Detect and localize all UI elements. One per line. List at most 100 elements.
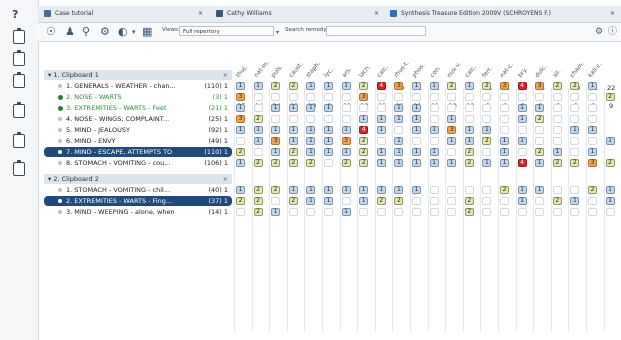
search-icon[interactable]: ⚲ — [82, 26, 90, 38]
grade-cell[interactable] — [500, 126, 509, 134]
grade-cell[interactable] — [271, 93, 281, 101]
remedy-header[interactable]: bry. — [516, 66, 528, 79]
grade-cell[interactable]: 1 — [605, 197, 615, 205]
grade-cell[interactable] — [394, 126, 404, 134]
grade-cell[interactable]: 1 — [517, 197, 527, 205]
grade-cell[interactable]: 2 — [271, 159, 281, 167]
grade-cell[interactable]: 1 — [447, 115, 457, 123]
grade-cell[interactable] — [341, 104, 351, 112]
grade-cell[interactable]: 1 — [412, 126, 421, 134]
grade-cell[interactable]: 2 — [500, 186, 509, 194]
grade-cell[interactable]: 1 — [376, 159, 386, 167]
grade-cell[interactable]: 1 — [429, 126, 439, 134]
grade-cell[interactable]: 1 — [324, 137, 333, 145]
grade-cell[interactable]: 2 — [552, 159, 562, 167]
grade-cell[interactable] — [552, 93, 562, 101]
help-icon[interactable]: ⓘ — [608, 26, 617, 38]
grade-cell[interactable]: 1 — [341, 186, 351, 194]
grade-cell[interactable]: 1 — [236, 126, 245, 134]
grade-cell[interactable] — [570, 115, 580, 123]
grade-cell[interactable]: 1 — [394, 148, 404, 156]
grade-cell[interactable] — [552, 137, 562, 145]
grade-cell[interactable]: 1 — [394, 186, 404, 194]
grade-cell[interactable] — [447, 197, 457, 205]
grade-cell[interactable]: 1 — [412, 104, 421, 112]
remedy-header[interactable]: nat-c. — [499, 61, 515, 79]
grade-cell[interactable] — [588, 208, 597, 216]
grade-cell[interactable]: 2 — [447, 82, 457, 90]
grade-cell[interactable]: 1 — [500, 159, 509, 167]
grade-cell[interactable] — [482, 186, 492, 194]
grade-cell[interactable]: 1 — [447, 159, 457, 167]
grade-cell[interactable] — [429, 208, 439, 216]
grade-cell[interactable] — [447, 186, 457, 194]
grade-cell[interactable]: 2 — [271, 186, 281, 194]
grade-cell[interactable] — [324, 93, 333, 101]
grade-cell[interactable]: 1 — [306, 137, 316, 145]
grade-cell[interactable] — [482, 104, 492, 112]
grade-cell[interactable]: 4 — [359, 126, 369, 134]
grade-cell[interactable]: 2 — [376, 197, 386, 205]
remedy-header[interactable]: sil. — [551, 68, 562, 79]
grade-cell[interactable] — [412, 93, 421, 101]
grade-cell[interactable]: 1 — [376, 115, 386, 123]
grade-cell[interactable] — [500, 93, 509, 101]
grade-cell[interactable]: 1 — [570, 126, 580, 134]
grade-cell[interactable] — [570, 104, 580, 112]
grade-cell[interactable]: 1 — [570, 197, 580, 205]
grade-cell[interactable]: 2 — [359, 148, 369, 156]
grade-cell[interactable]: 2 — [306, 159, 316, 167]
grade-cell[interactable]: 2 — [288, 148, 298, 156]
grade-cell[interactable] — [412, 137, 421, 145]
clipboard-icon[interactable] — [13, 28, 25, 44]
grade-cell[interactable]: 1 — [271, 208, 281, 216]
grade-cell[interactable]: 2 — [253, 159, 263, 167]
grade-cell[interactable]: 1 — [253, 126, 263, 134]
grade-cell[interactable]: 1 — [588, 148, 597, 156]
grade-cell[interactable]: 3 — [394, 82, 404, 90]
grade-cell[interactable] — [588, 115, 597, 123]
close-icon[interactable]: × — [198, 6, 203, 22]
rubric-row[interactable]: 3. EXTREMITIES - WARTS - Feet (21) 1 — [44, 103, 232, 113]
grade-cell[interactable]: 1 — [376, 148, 386, 156]
tab-cathy-williams[interactable]: Cathy Williams — [216, 6, 272, 22]
settings-icon[interactable]: ⚙ — [595, 26, 603, 38]
grade-cell[interactable]: 1 — [359, 197, 369, 205]
grade-cell[interactable]: 1 — [236, 186, 245, 194]
grade-cell[interactable]: 1 — [429, 148, 439, 156]
grade-cell[interactable]: 2 — [570, 159, 580, 167]
grade-cell[interactable]: 1 — [412, 186, 421, 194]
grade-cell[interactable]: 1 — [500, 137, 509, 145]
grade-cell[interactable]: 2 — [253, 115, 263, 123]
grade-cell[interactable]: 1 — [605, 186, 615, 194]
grade-cell[interactable]: 1 — [412, 159, 421, 167]
remedy-header[interactable]: kali-c. — [587, 61, 604, 79]
grade-cell[interactable] — [306, 115, 316, 123]
grade-cell[interactable] — [341, 197, 351, 205]
grade-cell[interactable] — [429, 104, 439, 112]
user-icon[interactable]: ♟ — [65, 26, 75, 38]
grade-cell[interactable] — [570, 208, 580, 216]
grade-cell[interactable]: 1 — [359, 115, 369, 123]
grade-cell[interactable] — [517, 208, 527, 216]
grade-cell[interactable] — [464, 186, 474, 194]
grade-cell[interactable]: 1 — [429, 82, 439, 90]
grade-cell[interactable] — [482, 197, 492, 205]
case-icon[interactable]: ☉ — [46, 26, 56, 38]
grade-cell[interactable]: 2 — [359, 137, 369, 145]
rubric-row[interactable]: 6. MIND - ENVY (49) 1 — [44, 136, 232, 146]
grade-cell[interactable] — [535, 137, 545, 145]
close-icon[interactable]: × — [223, 70, 228, 80]
grade-cell[interactable] — [552, 115, 562, 123]
grade-cell[interactable]: 3 — [588, 159, 597, 167]
grade-cell[interactable]: 1 — [394, 137, 404, 145]
grade-cell[interactable] — [394, 93, 404, 101]
clipboard-icon[interactable] — [13, 50, 25, 66]
grade-cell[interactable] — [376, 137, 386, 145]
grade-cell[interactable] — [341, 93, 351, 101]
grade-cell[interactable]: 1 — [306, 186, 316, 194]
grade-cell[interactable]: 2 — [552, 197, 562, 205]
grade-cell[interactable] — [570, 148, 580, 156]
grade-cell[interactable] — [324, 159, 333, 167]
remedy-header[interactable]: thuj. — [235, 64, 249, 79]
